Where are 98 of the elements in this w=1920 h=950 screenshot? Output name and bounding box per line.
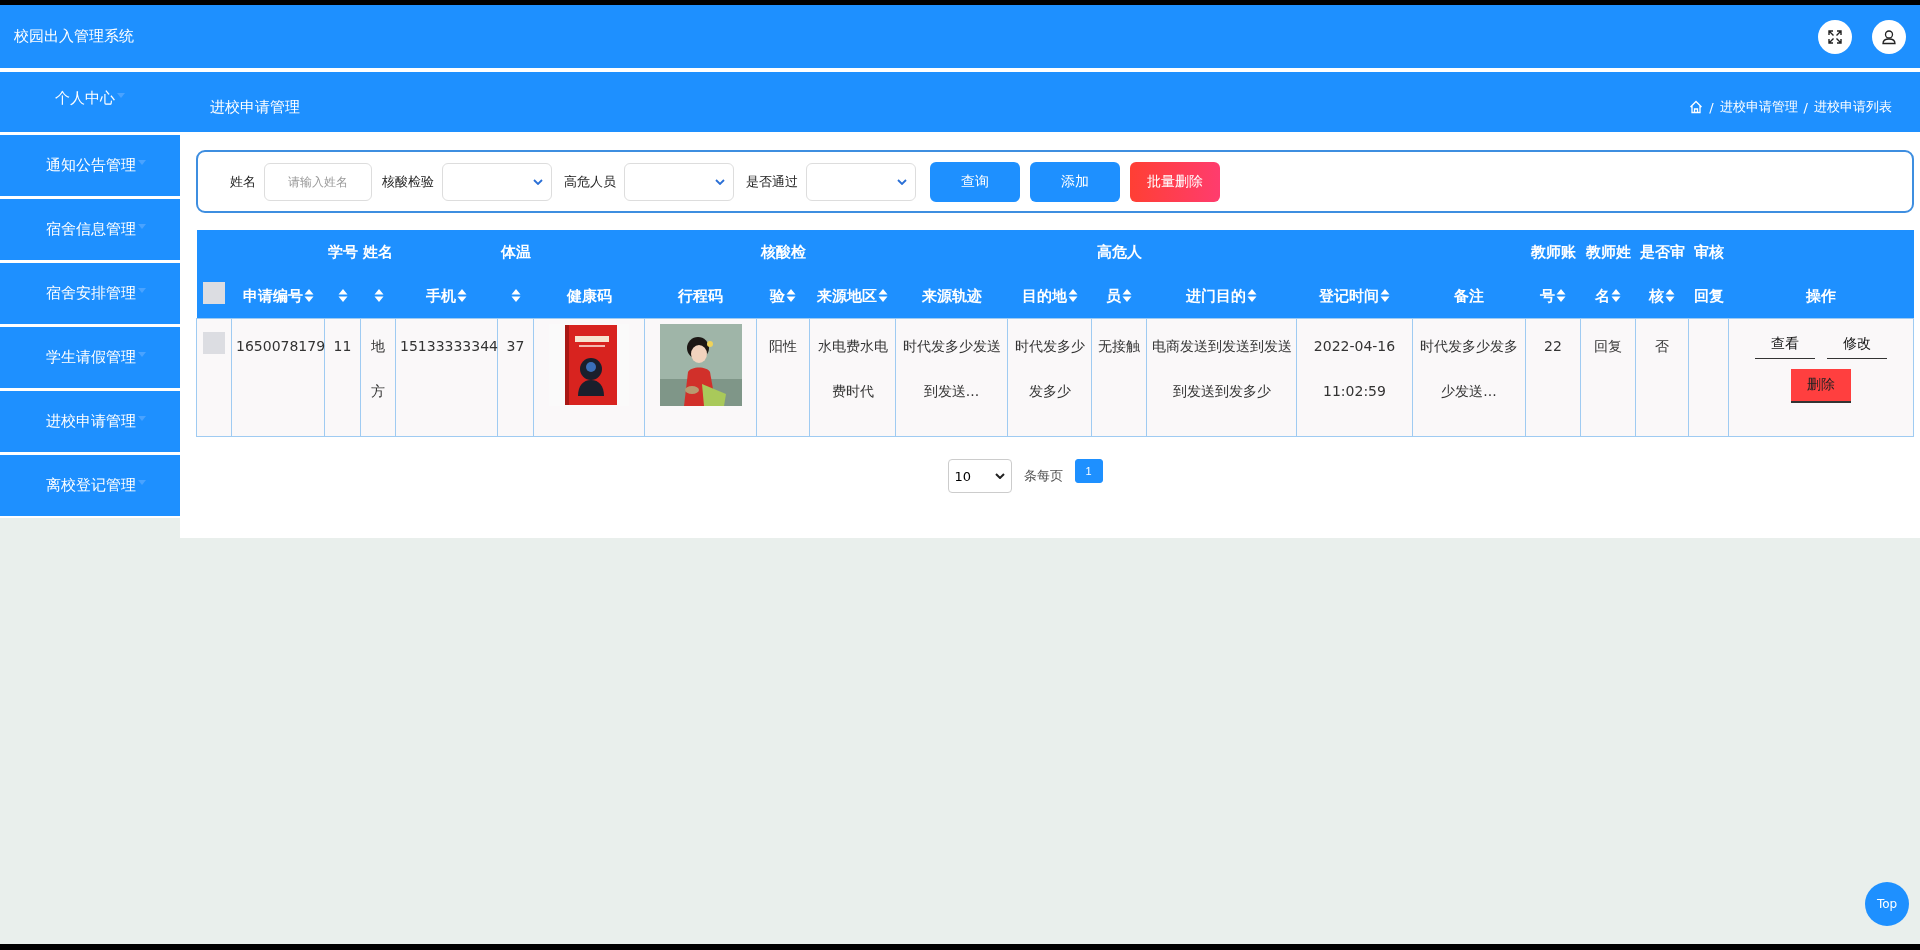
user-icon xyxy=(1881,28,1897,45)
name-field[interactable]: 请输入姓名 xyxy=(264,162,372,201)
breadcrumb-item[interactable]: 进校申请管理 xyxy=(1719,98,1798,116)
sort-icon[interactable] xyxy=(1665,289,1675,302)
page-size-select[interactable]: 10 xyxy=(947,459,1012,493)
filter-label: 是否通过 xyxy=(746,172,798,191)
action-button[interactable]: 查询 xyxy=(930,161,1020,202)
chevron-down-icon xyxy=(533,178,543,185)
sort-icon[interactable] xyxy=(303,289,314,302)
action-button[interactable]: 添加 xyxy=(1030,161,1120,202)
sort-icon[interactable] xyxy=(1380,289,1390,302)
table-cell: 11 xyxy=(333,338,352,354)
table-cell: 地方 xyxy=(371,338,385,399)
table-cell: 1650078179 xyxy=(236,338,326,354)
sidebar-item[interactable]: 进校申请管理 xyxy=(0,391,180,452)
table-cell: 时代发多少发多少 xyxy=(1014,338,1085,399)
column-header[interactable]: 来源轨迹 xyxy=(895,274,1008,318)
caret-icon xyxy=(117,92,125,98)
table-cell: 回复 xyxy=(1594,338,1622,354)
column-header[interactable]: 核酸检验 xyxy=(756,230,810,318)
breadcrumb-separator: / xyxy=(1803,99,1808,115)
chevron-down-icon xyxy=(715,178,725,185)
sort-icon[interactable] xyxy=(338,289,348,302)
page-title: 进校申请管理 xyxy=(210,97,300,117)
sort-icon[interactable] xyxy=(878,289,888,302)
sidebar-item[interactable]: 离校登记管理 xyxy=(0,455,180,516)
action-button[interactable]: 批量删除 xyxy=(1130,161,1220,202)
table-cell: 时代发多少发多少发送... xyxy=(1420,338,1518,399)
column-header[interactable]: 行程码 xyxy=(644,274,757,318)
caret-icon xyxy=(138,160,146,165)
sort-icon[interactable] xyxy=(1067,289,1078,302)
sidebar-item[interactable]: 学生请假管理 xyxy=(0,327,180,388)
sidebar-item[interactable]: 宿舍安排管理 xyxy=(0,263,180,324)
chevron-down-icon xyxy=(994,473,1005,479)
column-header[interactable]: 健康码 xyxy=(533,274,645,318)
row-checkbox[interactable] xyxy=(203,332,225,354)
column-header[interactable]: 手机 xyxy=(395,274,498,318)
select-field[interactable] xyxy=(442,162,552,201)
app-title: 校园出入管理系统 xyxy=(14,27,134,46)
column-header[interactable]: 操作 xyxy=(1728,274,1914,318)
filter-label: 姓名 xyxy=(230,172,256,191)
table-cell: 电商发送到发送到发送到发送到发多少 xyxy=(1151,338,1292,399)
sidebar-item[interactable]: 宿舍信息管理 xyxy=(0,199,180,260)
select-field[interactable] xyxy=(806,162,916,201)
breadcrumb-separator: / xyxy=(1709,99,1714,115)
sort-icon[interactable] xyxy=(511,289,521,302)
table-cell: 37 xyxy=(506,338,525,354)
column-header[interactable]: 进门目的 xyxy=(1146,274,1297,318)
column-header[interactable]: 姓名 xyxy=(360,230,396,318)
column-header[interactable]: 体温 xyxy=(497,230,534,318)
row-action-button[interactable]: 查看 xyxy=(1755,329,1815,359)
fullscreen-button[interactable] xyxy=(1818,19,1852,54)
table-cell: 否 xyxy=(1655,338,1669,354)
sort-icon[interactable] xyxy=(1611,289,1621,302)
caret-icon xyxy=(138,352,146,357)
caret-icon xyxy=(138,288,146,293)
table-cell: 时代发多少发送到发送... xyxy=(902,338,1001,399)
home-icon[interactable] xyxy=(1689,100,1704,114)
column-header[interactable]: 教师账号 xyxy=(1525,230,1581,318)
column-header[interactable]: 备注 xyxy=(1412,274,1526,318)
user-button[interactable] xyxy=(1872,19,1906,54)
column-header[interactable]: 申请编号 xyxy=(231,274,325,318)
column-header[interactable]: 是否审核 xyxy=(1635,230,1689,318)
select-field[interactable] xyxy=(624,162,734,201)
breadcrumb-item[interactable]: 进校申请列表 xyxy=(1814,98,1892,116)
column-header[interactable]: 目的地 xyxy=(1007,274,1092,318)
sort-icon[interactable] xyxy=(1247,289,1257,302)
column-header[interactable]: 来源地区 xyxy=(809,274,896,318)
column-header[interactable]: 登记时间 xyxy=(1296,274,1413,318)
table-cell: 无接触 xyxy=(1098,338,1140,354)
row-action-button[interactable]: 修改 xyxy=(1827,329,1887,359)
table-cell: 2022-04-16 11:02:59 xyxy=(1313,338,1396,399)
table-cell: 阳性 xyxy=(769,338,797,354)
sort-icon[interactable] xyxy=(373,289,384,302)
column-header[interactable]: 教师姓名 xyxy=(1580,230,1636,318)
table-cell: 水电费水电费时代 xyxy=(817,338,888,399)
caret-icon xyxy=(138,224,146,229)
filter-label: 高危人员 xyxy=(564,172,616,191)
sort-icon[interactable] xyxy=(457,289,467,302)
select-all-checkbox[interactable] xyxy=(203,281,225,304)
column-header[interactable]: 审核回复 xyxy=(1688,230,1729,318)
back-to-top-button[interactable]: Top xyxy=(1865,882,1909,926)
table-cell: 15133333344 xyxy=(400,338,498,354)
sort-icon[interactable] xyxy=(786,289,796,302)
page-button[interactable]: 1 xyxy=(1074,459,1103,483)
table-cell: 22 xyxy=(1544,338,1562,354)
expand-icon xyxy=(1827,28,1843,45)
caret-icon xyxy=(138,416,146,421)
page-size-label: 条每页 xyxy=(1023,467,1063,485)
row-action-button[interactable]: 删除 xyxy=(1791,369,1851,403)
sidebar-item[interactable]: 通知公告管理 xyxy=(0,135,180,196)
filter-label: 核酸检验 xyxy=(382,172,434,191)
sort-icon[interactable] xyxy=(1122,289,1132,302)
caret-icon xyxy=(138,480,146,485)
chevron-down-icon xyxy=(897,178,907,185)
sort-icon[interactable] xyxy=(1556,289,1566,302)
column-header[interactable]: 学号 xyxy=(324,230,361,318)
column-header[interactable]: 高危人员 xyxy=(1091,230,1147,318)
